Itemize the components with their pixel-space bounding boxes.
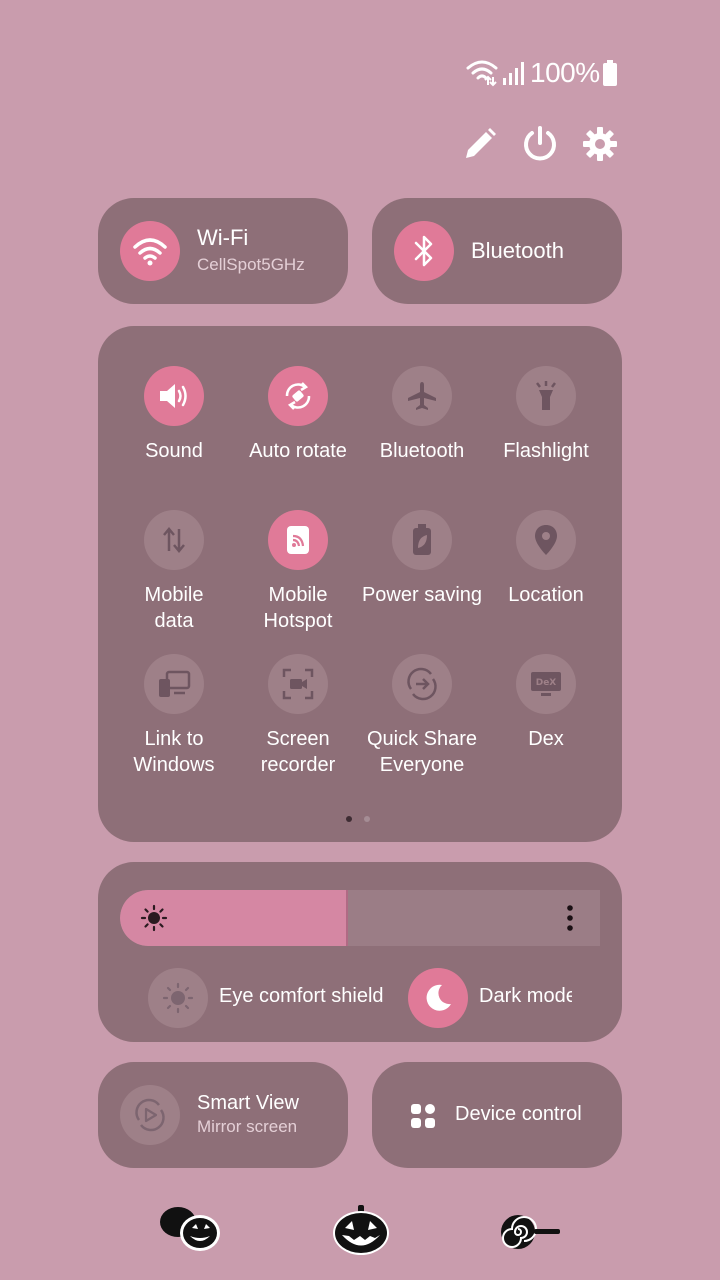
tile-sound[interactable]: Sound — [112, 366, 236, 464]
tile-mobile-hotspot-label: Mobile Hotspot — [263, 584, 333, 632]
smart-view-icon — [133, 1098, 167, 1132]
tile-mobile-hotspot-toggle[interactable] — [268, 510, 328, 570]
signal-icon — [502, 60, 526, 86]
gear-icon — [582, 126, 618, 162]
more-options-icon[interactable] — [560, 904, 580, 932]
tile-dex[interactable]: DeX Dex — [484, 654, 608, 752]
tile-airplane[interactable]: Bluetooth — [360, 366, 484, 464]
smart-view-card[interactable]: Smart View Mirror screen — [98, 1062, 348, 1168]
wifi-title: Wi-Fi — [197, 225, 249, 250]
bluetooth-toggle[interactable] — [394, 221, 454, 281]
eye-comfort-icon — [161, 981, 195, 1015]
tile-mobile-data-toggle[interactable] — [144, 510, 204, 570]
tile-flashlight-toggle[interactable] — [516, 366, 576, 426]
mobile-data-icon — [159, 525, 189, 555]
eye-comfort-label: Eye comfort shield — [219, 985, 384, 1007]
tile-power-saving-toggle[interactable] — [392, 510, 452, 570]
smart-view-toggle[interactable] — [120, 1085, 180, 1145]
tile-mobile-data-label: Mobile data — [144, 584, 204, 632]
tile-sound-toggle[interactable] — [144, 366, 204, 426]
sun-icon — [140, 904, 168, 932]
tile-link-to-windows-toggle[interactable] — [144, 654, 204, 714]
wifi-icon — [133, 236, 167, 266]
tile-screen-recorder-toggle[interactable] — [268, 654, 328, 714]
lollipop-icon — [500, 1213, 562, 1251]
smart-view-subtitle: Mirror screen — [197, 1117, 298, 1136]
tile-auto-rotate-label: Auto rotate — [249, 440, 347, 462]
status-bar: 100% — [466, 56, 626, 90]
wifi-card[interactable]: Wi-Fi CellSpot5GHz — [98, 198, 348, 304]
tile-quick-share-label: Quick Share Everyone — [366, 728, 478, 776]
quick-share-icon — [405, 667, 439, 701]
svg-text:DeX: DeX — [536, 678, 557, 688]
tile-mobile-data[interactable]: Mobile data — [112, 510, 236, 634]
power-icon — [521, 125, 559, 163]
tile-quick-share-toggle[interactable] — [392, 654, 452, 714]
tile-flashlight-label: Flashlight — [503, 440, 589, 462]
wifi-status-icon — [466, 59, 498, 87]
location-pin-icon — [533, 523, 559, 557]
dark-mode-toggle[interactable] — [408, 968, 468, 1028]
tile-power-saving-label: Power saving — [361, 584, 483, 606]
screen-recorder-icon — [281, 667, 315, 701]
eye-comfort-toggle[interactable] — [148, 968, 208, 1028]
tile-airplane-label: Bluetooth — [379, 440, 465, 462]
power-button[interactable] — [518, 122, 562, 166]
tile-link-to-windows-label: Link to Windows — [133, 728, 215, 776]
tile-power-saving[interactable]: Power saving — [360, 510, 484, 608]
quick-settings-panel: Sound Auto rotate Bluetooth Flashlight M… — [98, 326, 622, 842]
smart-view-title: Smart View — [197, 1092, 299, 1114]
settings-button[interactable] — [578, 122, 622, 166]
moon-icon — [422, 982, 454, 1014]
bluetooth-card[interactable]: Bluetooth — [372, 198, 622, 304]
display-card: Eye comfort shield Dark mode — [98, 862, 622, 1042]
wifi-toggle[interactable] — [120, 221, 180, 281]
jack-o-lantern-icon — [332, 1204, 390, 1256]
pencil-icon — [462, 126, 498, 162]
tile-dex-label: Dex — [528, 728, 564, 750]
speaker-icon — [157, 381, 191, 411]
tile-airplane-toggle[interactable] — [392, 366, 452, 426]
link-to-windows-icon — [157, 669, 191, 699]
battery-percent: 100% — [530, 57, 600, 88]
device-control-icon — [410, 1103, 436, 1129]
tile-location-toggle[interactable] — [516, 510, 576, 570]
tile-location[interactable]: Location — [484, 510, 608, 608]
bluetooth-title: Bluetooth — [471, 238, 564, 263]
tile-link-to-windows[interactable]: Link to Windows — [112, 654, 236, 778]
page-dot — [364, 816, 370, 822]
battery-icon — [602, 60, 617, 86]
edit-button[interactable] — [458, 122, 502, 166]
tile-screen-recorder-label: Screen recorder — [260, 728, 336, 776]
tile-auto-rotate-toggle[interactable] — [268, 366, 328, 426]
page-indicator[interactable] — [346, 816, 370, 822]
hotspot-icon — [283, 524, 313, 556]
dark-mode-label-text: Dark mode — [479, 985, 572, 1007]
page-dot-active — [346, 816, 352, 822]
device-control-card[interactable]: Device control — [372, 1062, 622, 1168]
airplane-icon — [405, 379, 439, 413]
rotate-icon — [281, 379, 315, 413]
dark-mode-label: Dark mode — [479, 985, 572, 1008]
tile-location-label: Location — [508, 584, 584, 606]
battery-leaf-icon — [410, 523, 434, 557]
tile-quick-share[interactable]: Quick Share Everyone — [360, 654, 484, 778]
tile-mobile-hotspot[interactable]: Mobile Hotspot — [236, 510, 360, 634]
tile-auto-rotate[interactable]: Auto rotate — [236, 366, 360, 464]
brightness-slider[interactable] — [120, 890, 600, 946]
tile-flashlight[interactable]: Flashlight — [484, 366, 608, 464]
dex-icon: DeX — [529, 669, 563, 699]
tile-screen-recorder[interactable]: Screen recorder — [236, 654, 360, 778]
bluetooth-icon — [412, 234, 436, 268]
pumpkins-decoration-icon — [158, 1202, 222, 1254]
tile-dex-toggle[interactable]: DeX — [516, 654, 576, 714]
device-control-label: Device control — [455, 1103, 582, 1125]
tile-sound-label: Sound — [145, 440, 203, 462]
flashlight-icon — [531, 379, 561, 413]
wifi-network-name: CellSpot5GHz — [197, 255, 305, 274]
